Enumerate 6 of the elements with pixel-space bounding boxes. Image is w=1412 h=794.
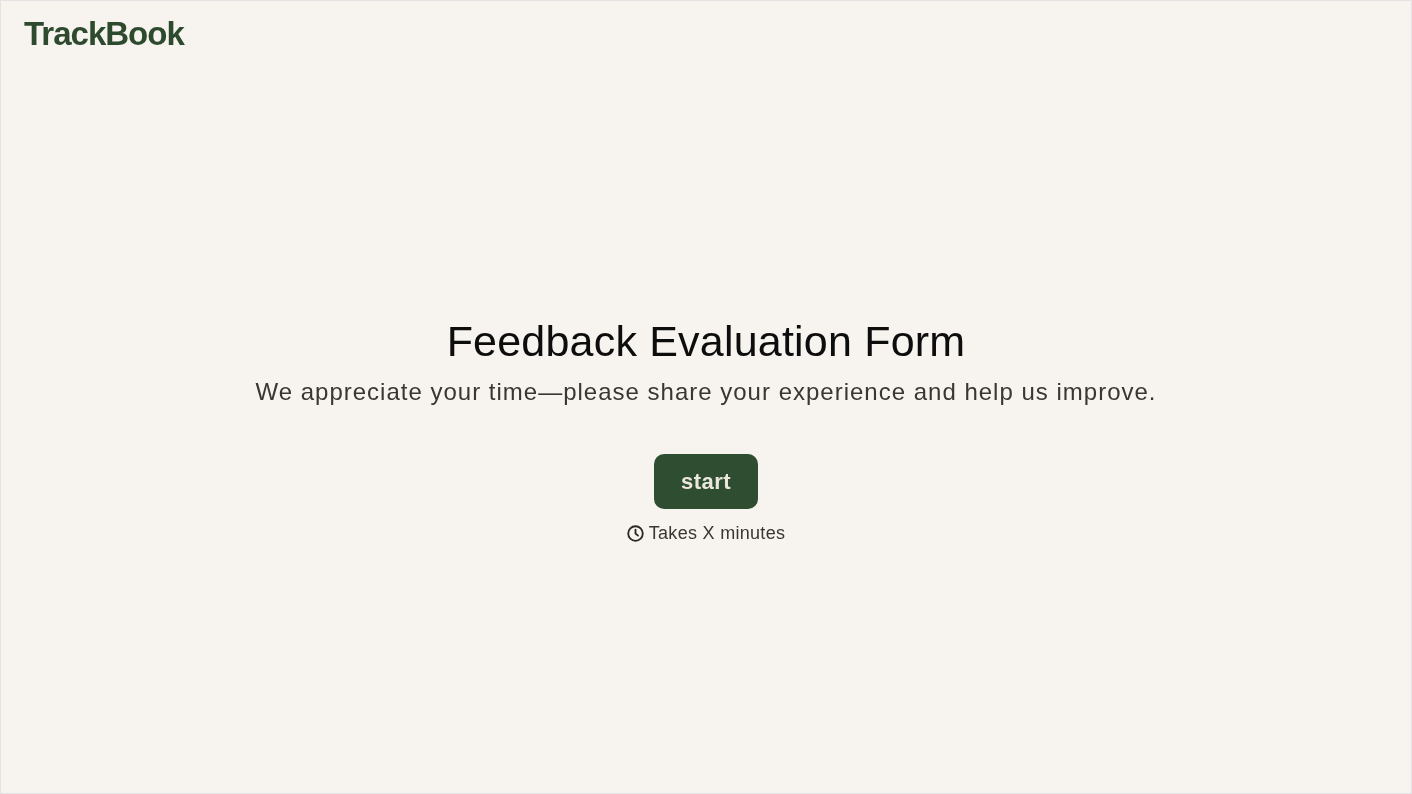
clock-icon (626, 524, 644, 542)
logo: TrackBook (24, 16, 184, 52)
form-title: Feedback Evaluation Form (446, 316, 966, 367)
form-subtitle: We appreciate your time—please share your experience and help us improve. (255, 377, 1157, 407)
start-button[interactable]: start (654, 454, 758, 509)
duration-text: Takes X minutes (648, 522, 786, 545)
